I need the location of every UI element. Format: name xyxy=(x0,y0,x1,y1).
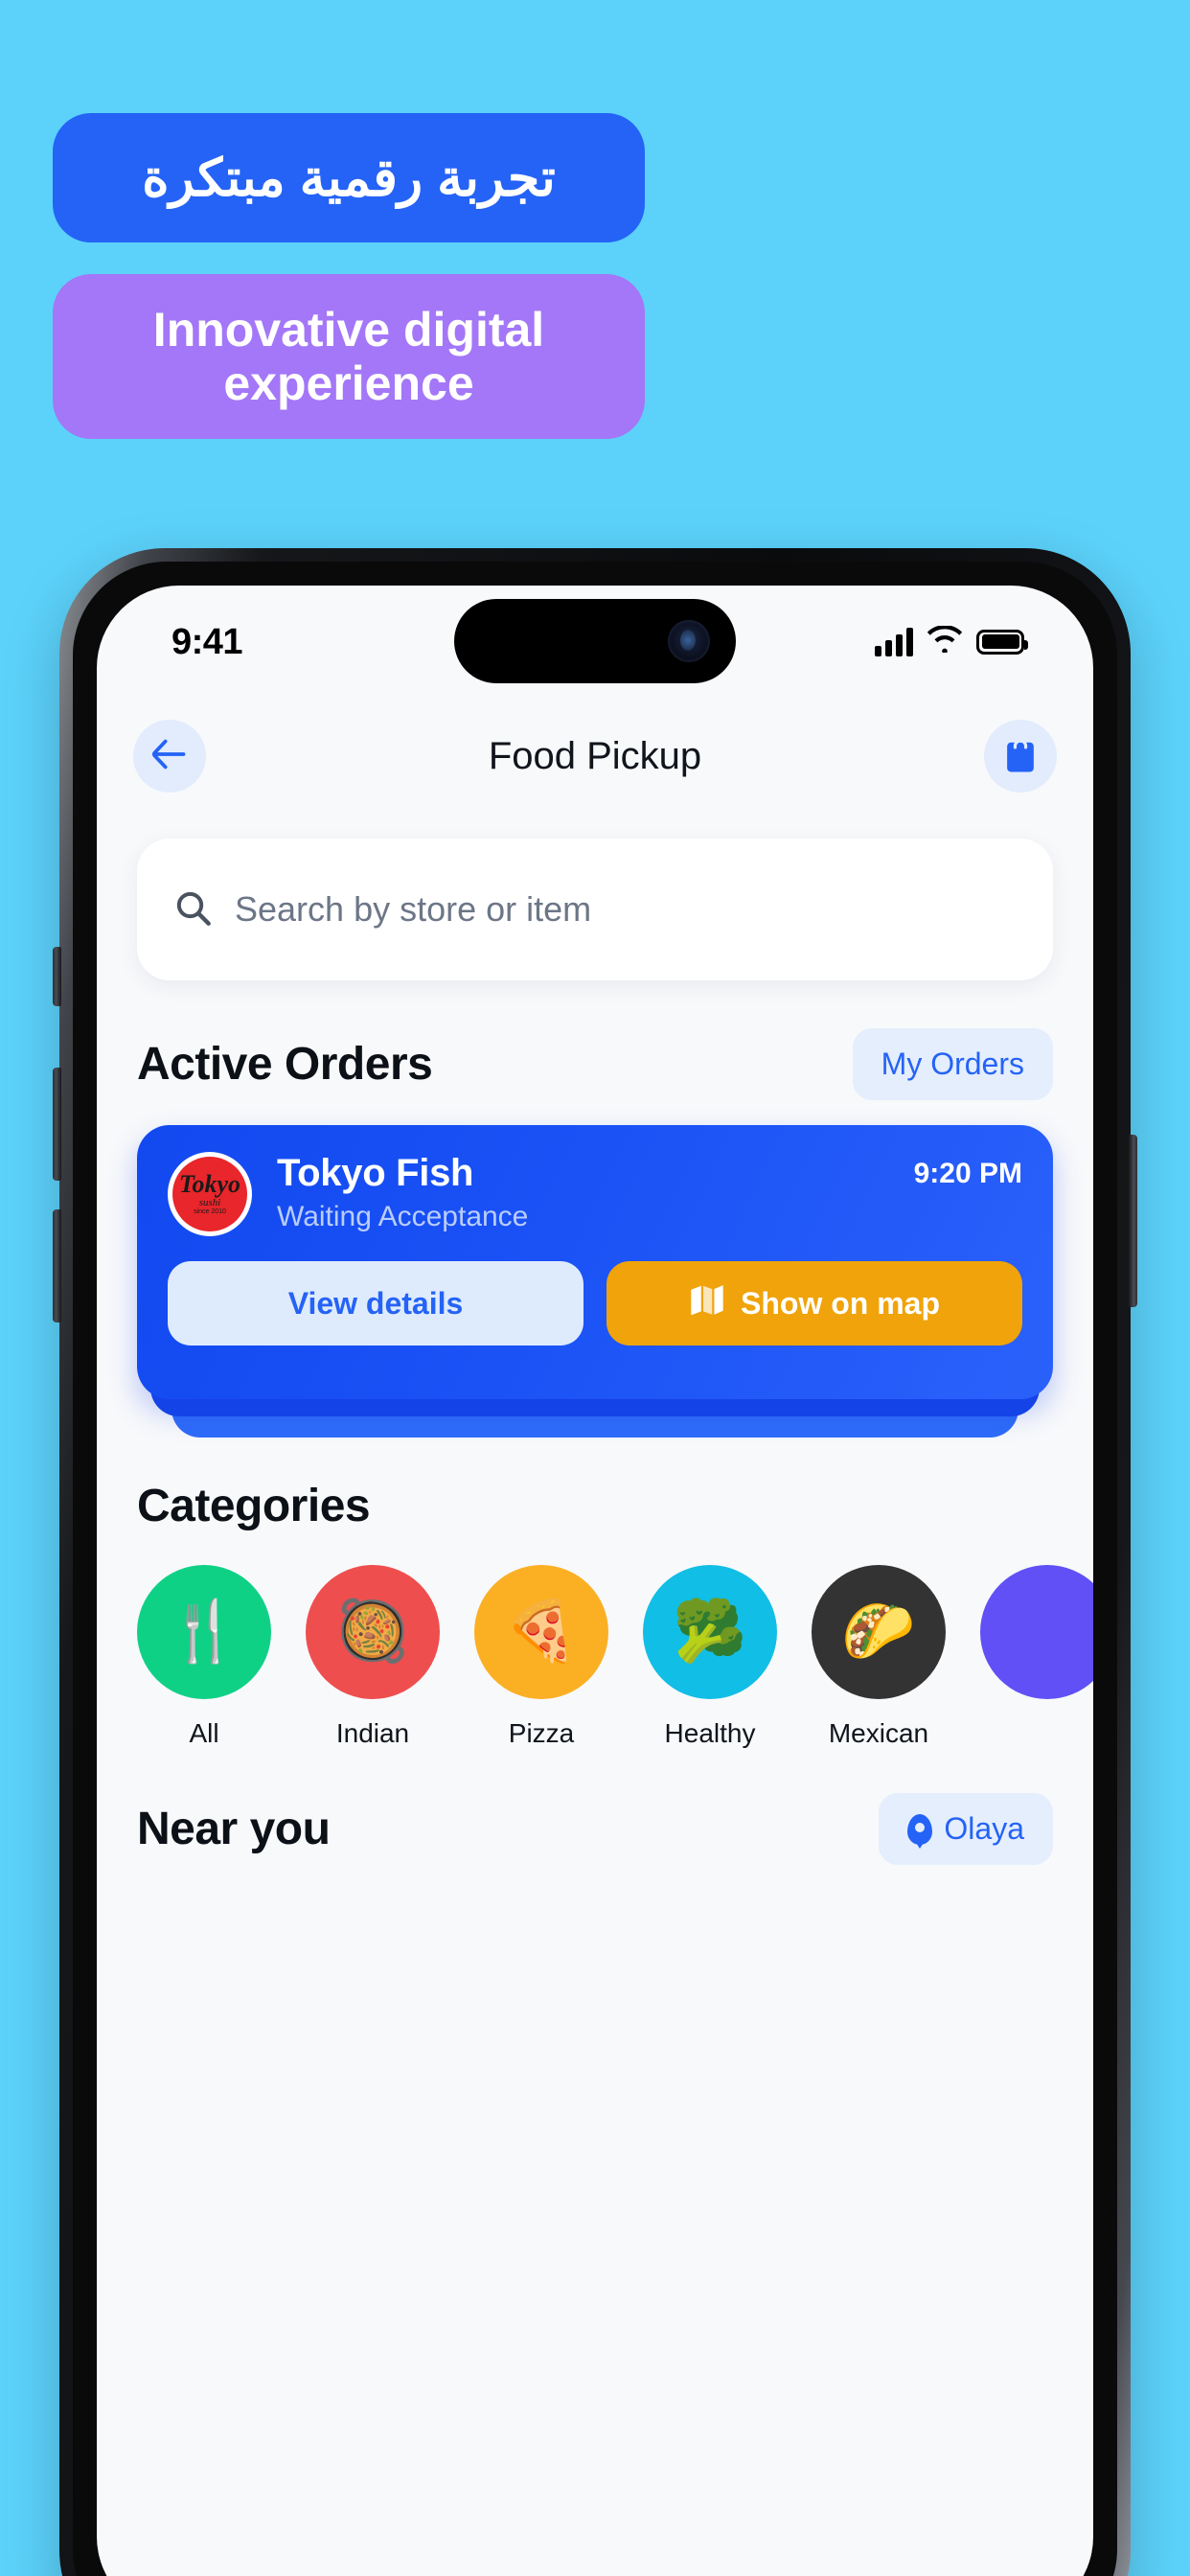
fork-knife-icon: 🍴 xyxy=(137,1565,271,1699)
category-item-next[interactable] xyxy=(980,1565,1093,1749)
category-label: Healthy xyxy=(664,1718,756,1748)
volume-up-button[interactable] xyxy=(53,1068,61,1181)
search-icon xyxy=(173,888,212,932)
phone-mockup: 9:41 Food Pickup Search by store or item… xyxy=(53,548,1137,2576)
banner-english: Innovative digital experience xyxy=(53,274,645,439)
order-actions: View details Show on map xyxy=(168,1261,1022,1346)
map-pin-icon xyxy=(907,1813,933,1845)
back-button[interactable] xyxy=(133,720,206,793)
show-on-map-button[interactable]: Show on map xyxy=(606,1261,1022,1346)
categories-row[interactable]: 🍴 All 🥘 Indian 🍕 Pizza 🥦 Healthy 🌮 Mexic… xyxy=(97,1532,1093,1749)
banner-english-text: Innovative digital experience xyxy=(152,303,545,410)
category-item-healthy[interactable]: 🥦 Healthy xyxy=(643,1565,777,1749)
category-item-indian[interactable]: 🥘 Indian xyxy=(306,1565,440,1749)
more-category-icon xyxy=(980,1565,1093,1699)
app-header: Food Pickup xyxy=(97,699,1093,814)
search-input[interactable]: Search by store or item xyxy=(137,839,1053,980)
front-camera-icon xyxy=(668,620,710,662)
search-section: Search by store or item xyxy=(97,814,1093,980)
store-name: Tokyo Fish xyxy=(277,1152,474,1194)
volume-down-button[interactable] xyxy=(53,1209,61,1322)
category-item-pizza[interactable]: 🍕 Pizza xyxy=(474,1565,608,1749)
view-details-button[interactable]: View details xyxy=(168,1261,584,1346)
wifi-icon xyxy=(927,625,963,657)
phone-screen: 9:41 Food Pickup Search by store or item… xyxy=(97,586,1093,2576)
near-you-header: Near you Olaya xyxy=(97,1793,1093,1865)
status-bar-indicators xyxy=(875,625,1028,657)
categories-title: Categories xyxy=(137,1481,371,1531)
show-on-map-label: Show on map xyxy=(741,1285,940,1321)
shopping-bag-button[interactable] xyxy=(984,720,1057,793)
order-time: 9:20 PM xyxy=(913,1158,1022,1189)
cellular-bars-icon xyxy=(875,627,913,656)
category-label: Pizza xyxy=(508,1718,575,1748)
paella-icon: 🥘 xyxy=(306,1565,440,1699)
near-you-title: Near you xyxy=(137,1804,331,1854)
power-button[interactable] xyxy=(1129,1135,1137,1307)
banner-arabic: تجربة رقمية مبتكرة xyxy=(53,113,645,242)
phone-bezel: 9:41 Food Pickup Search by store or item… xyxy=(73,562,1117,2576)
store-logo-sub: sushi xyxy=(198,1196,221,1208)
order-card-top: Tokyo sushi since 2010 Tokyo Fish Waitin… xyxy=(168,1152,1022,1236)
categories-header: Categories xyxy=(97,1480,1093,1532)
location-label: Olaya xyxy=(944,1811,1024,1846)
active-order-card[interactable]: Tokyo sushi since 2010 Tokyo Fish Waitin… xyxy=(137,1125,1053,1399)
status-bar: 9:41 xyxy=(97,586,1093,699)
phone-frame: 9:41 Food Pickup Search by store or item… xyxy=(53,548,1137,2576)
broccoli-icon: 🥦 xyxy=(643,1565,777,1699)
category-label: Mexican xyxy=(828,1718,929,1748)
dynamic-island xyxy=(454,599,736,683)
silent-switch-button[interactable] xyxy=(53,947,61,1006)
search-placeholder: Search by store or item xyxy=(235,889,592,929)
view-details-label: View details xyxy=(287,1285,464,1321)
store-logo: Tokyo sushi since 2010 xyxy=(168,1152,252,1236)
map-icon xyxy=(689,1283,725,1323)
store-logo-disc: Tokyo sushi since 2010 xyxy=(172,1157,247,1231)
category-item-all[interactable]: 🍴 All xyxy=(137,1565,271,1749)
active-orders-title: Active Orders xyxy=(137,1039,433,1090)
shopping-bag-icon xyxy=(1003,735,1038,778)
order-status: Waiting Acceptance xyxy=(277,1201,529,1232)
store-logo-since: since 2010 xyxy=(194,1208,226,1215)
category-item-mexican[interactable]: 🌮 Mexican xyxy=(812,1565,946,1749)
my-orders-label: My Orders xyxy=(881,1046,1024,1081)
banner-arabic-text: تجربة رقمية مبتكرة xyxy=(142,150,556,207)
battery-full-icon xyxy=(976,629,1028,655)
location-button[interactable]: Olaya xyxy=(879,1793,1053,1865)
category-label: Indian xyxy=(335,1718,410,1748)
active-order-stack: Tokyo sushi since 2010 Tokyo Fish Waitin… xyxy=(137,1125,1053,1438)
arrow-left-icon xyxy=(150,739,189,774)
page-title: Food Pickup xyxy=(488,734,702,777)
active-orders-header: Active Orders My Orders xyxy=(97,1028,1093,1100)
order-info: Tokyo Fish Waiting Acceptance xyxy=(277,1152,889,1233)
pizza-icon: 🍕 xyxy=(474,1565,608,1699)
my-orders-button[interactable]: My Orders xyxy=(852,1028,1053,1100)
taco-icon: 🌮 xyxy=(812,1565,946,1699)
status-bar-time: 9:41 xyxy=(172,622,243,662)
store-logo-main: Tokyo xyxy=(178,1169,241,1198)
category-label: All xyxy=(189,1718,219,1748)
